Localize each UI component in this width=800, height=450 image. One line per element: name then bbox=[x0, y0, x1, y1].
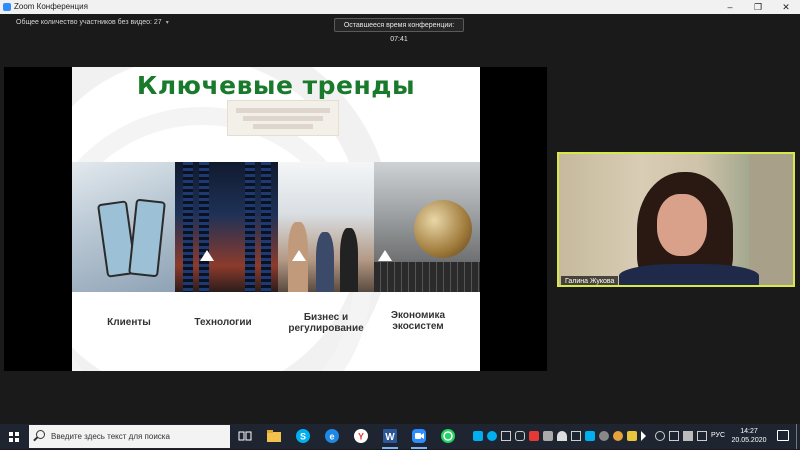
triangle-icon bbox=[378, 250, 392, 261]
business-image bbox=[278, 162, 374, 292]
server-rack bbox=[183, 162, 193, 292]
word-icon[interactable]: W bbox=[381, 427, 399, 449]
background-wall bbox=[749, 154, 793, 285]
skype-business-icon[interactable] bbox=[585, 431, 595, 441]
participant-face bbox=[657, 194, 707, 256]
label-ecosystem: Экономика экосистем bbox=[378, 310, 458, 332]
usb-icon[interactable] bbox=[543, 431, 553, 441]
person-shape bbox=[340, 228, 358, 292]
trend-images bbox=[72, 162, 480, 292]
edge-icon[interactable]: e bbox=[323, 427, 341, 445]
label-ecosystem-line1: Экономика bbox=[390, 310, 446, 321]
clock-time: 14:27 bbox=[740, 428, 758, 435]
svg-text:S: S bbox=[300, 432, 306, 442]
maximize-button[interactable]: ❐ bbox=[744, 0, 772, 14]
notifications-icon[interactable] bbox=[777, 430, 789, 441]
windows-logo-icon bbox=[9, 432, 19, 442]
svg-text:Y: Y bbox=[358, 432, 364, 442]
skype-status-icon[interactable] bbox=[487, 431, 497, 441]
language-indicator[interactable]: РУС bbox=[711, 431, 725, 441]
remaining-time-badge: Оставшееся время конференции: 07:41 bbox=[334, 18, 464, 43]
sync-icon[interactable] bbox=[655, 431, 665, 441]
taskbar-search[interactable] bbox=[29, 425, 230, 448]
search-icon bbox=[36, 430, 45, 439]
slide-title: Ключевые тренды bbox=[136, 71, 416, 100]
server-rack bbox=[199, 162, 209, 292]
task-view-button[interactable] bbox=[236, 427, 254, 445]
label-business-line2: регулирование bbox=[288, 323, 364, 334]
yandex-browser-icon[interactable]: Y bbox=[352, 427, 370, 445]
clock-date: 20.05.2020 bbox=[731, 437, 767, 444]
triangle-icon bbox=[292, 250, 306, 261]
window-titlebar: Zoom Конференция – ❐ ✕ bbox=[0, 0, 800, 14]
technology-image bbox=[175, 162, 278, 292]
start-button[interactable] bbox=[0, 424, 28, 449]
wifi-icon[interactable] bbox=[683, 431, 693, 441]
label-ecosystem-line2: экосистем bbox=[392, 321, 444, 332]
cat-icon[interactable] bbox=[557, 431, 567, 441]
volume-icon[interactable] bbox=[641, 431, 646, 441]
keyboard-tray-icon[interactable] bbox=[697, 431, 707, 441]
updater-icon[interactable] bbox=[599, 431, 609, 441]
close-button[interactable]: ✕ bbox=[772, 0, 800, 14]
whatsapp-icon[interactable] bbox=[439, 427, 457, 445]
label-business-line1: Бизнес и bbox=[303, 312, 349, 323]
zoom-app-icon bbox=[3, 3, 11, 11]
clients-image bbox=[72, 162, 175, 292]
label-technology: Технологии bbox=[194, 317, 252, 328]
chevron-down-icon: ▾ bbox=[165, 20, 169, 26]
globe-shape bbox=[414, 200, 472, 258]
phone-shape bbox=[128, 198, 166, 278]
network-icon[interactable] bbox=[669, 431, 679, 441]
search-input[interactable] bbox=[51, 429, 221, 443]
emoji-icon[interactable] bbox=[613, 431, 623, 441]
monitor-icon[interactable] bbox=[571, 431, 581, 441]
svg-text:e: e bbox=[329, 432, 334, 442]
windows-taskbar: S e Y W РУС 14:27 20.05.2020 bbox=[0, 424, 800, 449]
participant-name: Галина Жукова bbox=[561, 276, 619, 285]
triangle-icon bbox=[200, 250, 214, 261]
participants-without-video-dropdown[interactable]: Общее количество участников без видео: 2… bbox=[16, 18, 169, 28]
taskbar-clock[interactable]: 14:27 20.05.2020 bbox=[729, 427, 769, 445]
participant-video-tile[interactable]: Галина Жукова bbox=[557, 152, 795, 287]
minimize-button[interactable]: – bbox=[716, 0, 744, 14]
blurred-line bbox=[236, 108, 330, 113]
window-title: Zoom Конференция bbox=[14, 2, 88, 11]
label-business: Бизнес и регулирование bbox=[278, 312, 374, 334]
person-shape bbox=[316, 232, 334, 292]
blurred-line bbox=[243, 116, 323, 121]
clipboard-icon[interactable] bbox=[501, 431, 511, 441]
file-explorer-icon[interactable] bbox=[265, 427, 283, 445]
printer-icon[interactable] bbox=[515, 431, 525, 441]
ecosystem-image bbox=[374, 162, 480, 292]
keyboard-shape bbox=[374, 262, 480, 292]
svg-text:W: W bbox=[385, 432, 395, 443]
skype-tray-icon[interactable] bbox=[473, 431, 483, 441]
antivirus-icon[interactable] bbox=[529, 431, 539, 441]
blurred-caption-box bbox=[227, 100, 339, 136]
participant-shirt bbox=[619, 264, 759, 285]
label-clients: Клиенты bbox=[107, 317, 151, 328]
server-rack bbox=[245, 162, 255, 292]
server-rack bbox=[261, 162, 271, 292]
security-icon[interactable] bbox=[627, 431, 637, 441]
skype-icon[interactable]: S bbox=[294, 427, 312, 445]
blurred-line bbox=[253, 124, 313, 129]
zoom-icon[interactable] bbox=[410, 427, 428, 449]
show-desktop-button[interactable] bbox=[796, 424, 800, 449]
presentation-slide: Ключевые тренды Клиенты Технологии Бизне… bbox=[72, 67, 480, 371]
participants-count-label: Общее количество участников без видео: 2… bbox=[16, 19, 162, 26]
